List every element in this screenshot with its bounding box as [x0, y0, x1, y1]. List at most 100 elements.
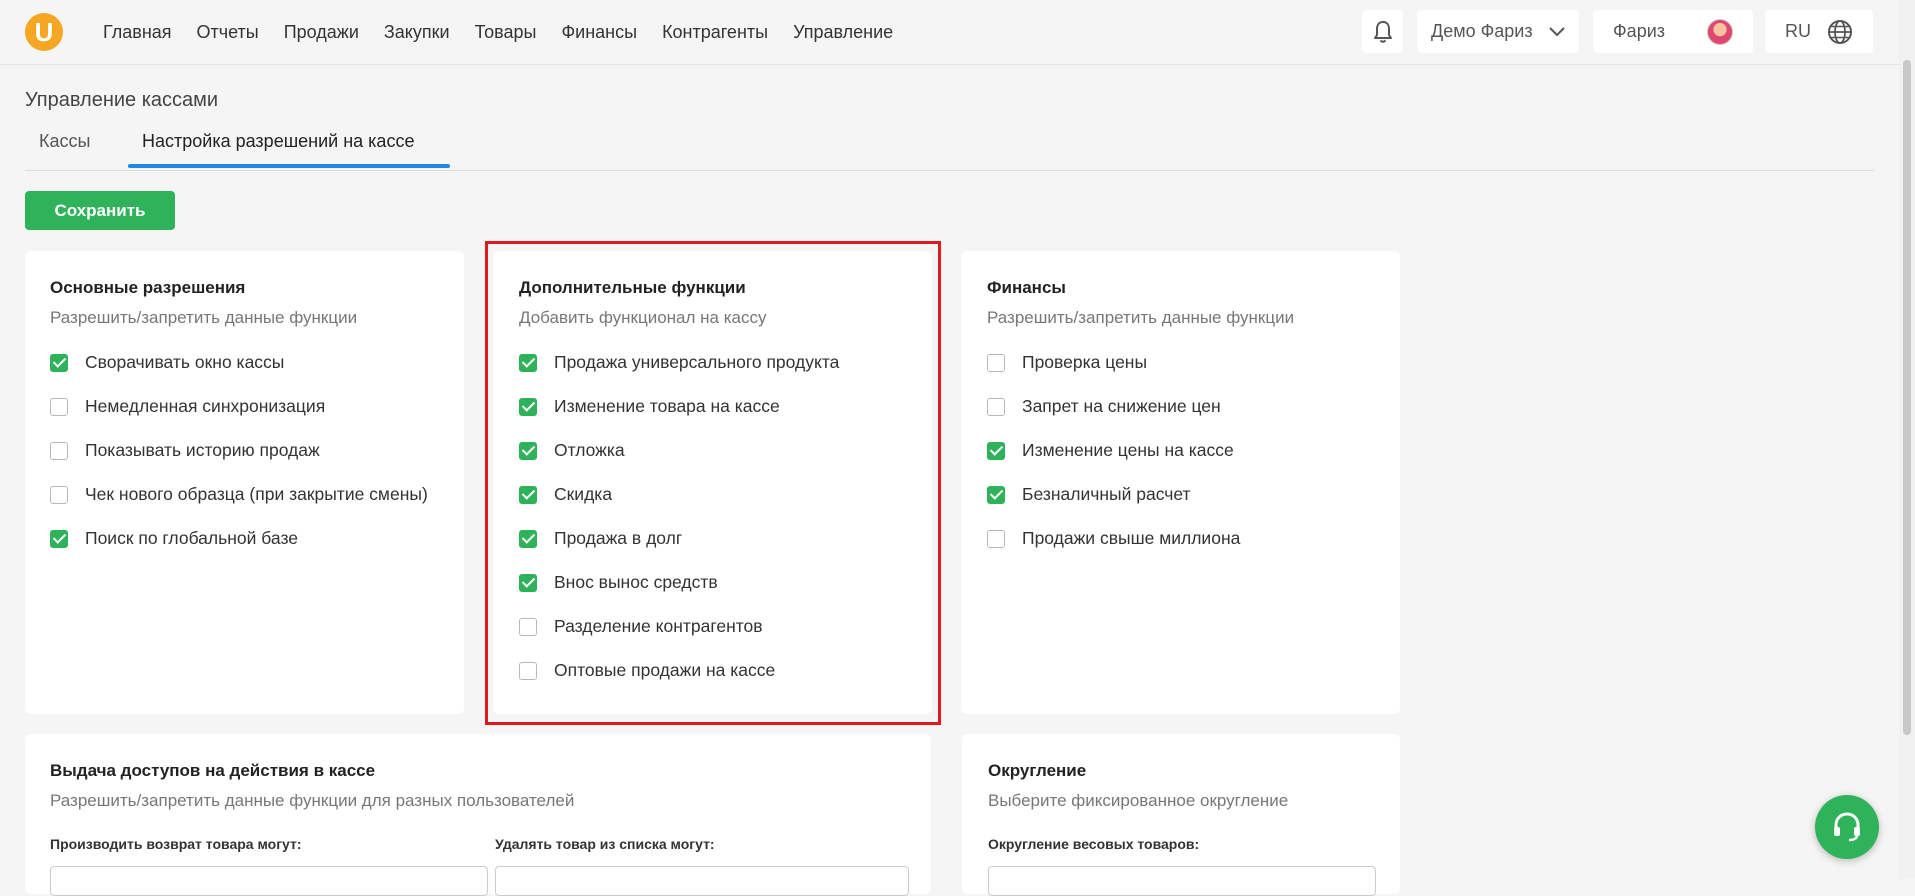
weight-rounding-label: Округление весовых товаров: — [988, 836, 1200, 852]
page-title: Управление кассами — [25, 89, 219, 111]
tab-bar: Кассы Настройка разрешений на кассе — [25, 122, 1874, 171]
checkbox[interactable] — [50, 441, 68, 460]
option-split-counterparties[interactable]: Разделение контрагентов — [519, 616, 763, 637]
language-selector[interactable]: RU — [1765, 10, 1873, 53]
checkbox[interactable] — [519, 397, 537, 416]
card-subtitle: Выберите фиксированное округление — [988, 791, 1289, 810]
card-title: Дополнительные функции — [519, 278, 746, 297]
option-cashless[interactable]: Безналичный расчет — [987, 484, 1191, 505]
nav-item-reports[interactable]: Отчеты — [197, 22, 259, 43]
checkbox[interactable] — [50, 485, 68, 504]
card-subtitle: Разрешить/запретить данные функции для р… — [50, 791, 575, 810]
checkbox[interactable] — [519, 529, 537, 548]
checkbox[interactable] — [519, 353, 537, 372]
nav-item-finance[interactable]: Финансы — [561, 22, 637, 43]
nav-item-purchases[interactable]: Закупки — [384, 22, 450, 43]
nav-item-home[interactable]: Главная — [103, 22, 172, 43]
top-navigation-bar: U Главная Отчеты Продажи Закупки Товары … — [0, 0, 1899, 65]
chevron-down-icon — [1549, 26, 1565, 36]
card-subtitle: Разрешить/запретить данные функции — [50, 308, 358, 327]
checkbox[interactable] — [987, 353, 1005, 372]
nav-item-management[interactable]: Управление — [793, 22, 893, 43]
checkbox[interactable] — [987, 397, 1005, 416]
page-scrollbar[interactable] — [1899, 0, 1915, 879]
user-name: Фариз — [1613, 21, 1666, 41]
active-tab-indicator — [128, 164, 450, 168]
option-label: Оптовые продажи на кассе — [554, 660, 776, 680]
option-label: Изменение товара на кассе — [554, 396, 780, 416]
delete-permission-label: Удалять товар из списка могут: — [495, 836, 715, 852]
option-price-check[interactable]: Проверка цены — [987, 352, 1147, 373]
card-subtitle: Добавить функционал на кассу — [519, 308, 767, 327]
option-sales-history[interactable]: Показывать историю продаж — [50, 440, 320, 461]
rounding-card: Округление Выберите фиксированное округл… — [962, 734, 1400, 896]
company-name: Демо Фариз — [1431, 21, 1533, 41]
save-button[interactable]: Сохранить — [25, 191, 175, 230]
return-permission-label: Производить возврат товара могут: — [50, 836, 302, 852]
tab-cash-registers[interactable]: Кассы — [39, 131, 90, 152]
card-title: Основные разрешения — [50, 278, 246, 297]
option-label: Показывать историю продаж — [85, 440, 320, 460]
option-price-reduction-ban[interactable]: Запрет на снижение цен — [987, 396, 1221, 417]
option-label: Продажа в долг — [554, 528, 683, 548]
delete-permission-select[interactable] — [495, 866, 909, 896]
notifications-button[interactable] — [1362, 10, 1403, 53]
support-chat-button[interactable] — [1815, 795, 1879, 859]
option-label: Проверка цены — [1022, 352, 1148, 372]
avatar — [1707, 18, 1733, 45]
option-label: Сворачивать окно кассы — [85, 352, 285, 372]
option-label: Безналичный расчет — [1022, 484, 1191, 504]
option-cash-in-out[interactable]: Внос вынос средств — [519, 572, 718, 593]
main-nav: Главная Отчеты Продажи Закупки Товары Фи… — [103, 22, 893, 43]
basic-permissions-card: Основные разрешения Разрешить/запретить … — [25, 251, 464, 714]
card-title: Финансы — [987, 278, 1066, 297]
card-title: Округление — [988, 761, 1087, 780]
checkbox[interactable] — [519, 661, 537, 680]
option-label: Скидка — [554, 484, 613, 504]
finance-card: Финансы Разрешить/запретить данные функц… — [961, 251, 1400, 714]
checkbox[interactable] — [987, 529, 1005, 548]
checkbox[interactable] — [50, 529, 68, 548]
option-postpone[interactable]: Отложка — [519, 440, 625, 461]
option-discount[interactable]: Скидка — [519, 484, 612, 505]
option-universal-product[interactable]: Продажа универсального продукта — [519, 352, 839, 373]
option-label: Чек нового образца (при закрытие смены) — [85, 484, 428, 504]
scrollbar-thumb[interactable] — [1903, 60, 1911, 735]
option-label: Немедленная синхронизация — [85, 396, 326, 416]
option-collapse-window[interactable]: Сворачивать окно кассы — [50, 352, 284, 373]
option-sales-over-million[interactable]: Продажи свыше миллиона — [987, 528, 1240, 549]
checkbox[interactable] — [519, 441, 537, 460]
checkbox[interactable] — [519, 485, 537, 504]
checkbox[interactable] — [987, 441, 1005, 460]
option-price-change[interactable]: Изменение цены на кассе — [987, 440, 1234, 461]
user-menu[interactable]: Фариз — [1593, 10, 1753, 53]
checkbox[interactable] — [519, 617, 537, 636]
option-edit-product[interactable]: Изменение товара на кассе — [519, 396, 780, 417]
option-new-receipt[interactable]: Чек нового образца (при закрытие смены) — [50, 484, 428, 505]
nav-item-counterparties[interactable]: Контрагенты — [662, 22, 768, 43]
checkbox[interactable] — [50, 397, 68, 416]
option-label: Запрет на снижение цен — [1022, 396, 1221, 416]
extra-functions-card: Дополнительные функции Добавить функцион… — [493, 251, 932, 714]
tab-permission-settings[interactable]: Настройка разрешений на кассе — [142, 131, 414, 152]
globe-icon — [1828, 19, 1852, 44]
weight-rounding-select[interactable] — [988, 866, 1376, 896]
access-permissions-card: Выдача доступов на действия в кассе Разр… — [25, 734, 931, 896]
return-permission-select[interactable] — [50, 866, 488, 896]
card-title: Выдача доступов на действия в кассе — [50, 761, 376, 780]
app-logo[interactable]: U — [25, 13, 63, 51]
option-instant-sync[interactable]: Немедленная синхронизация — [50, 396, 325, 417]
checkbox[interactable] — [519, 573, 537, 592]
option-sale-on-credit[interactable]: Продажа в долг — [519, 528, 682, 549]
nav-item-sales[interactable]: Продажи — [284, 22, 359, 43]
option-label: Поиск по глобальной базе — [85, 528, 298, 548]
checkbox[interactable] — [50, 353, 68, 372]
checkbox[interactable] — [987, 485, 1005, 504]
card-subtitle: Разрешить/запретить данные функции — [987, 308, 1295, 327]
company-selector[interactable]: Демо Фариз — [1417, 10, 1579, 53]
option-label: Изменение цены на кассе — [1022, 440, 1234, 460]
option-wholesale[interactable]: Оптовые продажи на кассе — [519, 660, 775, 681]
option-global-search[interactable]: Поиск по глобальной базе — [50, 528, 298, 549]
option-label: Внос вынос средств — [554, 572, 718, 592]
nav-item-products[interactable]: Товары — [475, 22, 537, 43]
